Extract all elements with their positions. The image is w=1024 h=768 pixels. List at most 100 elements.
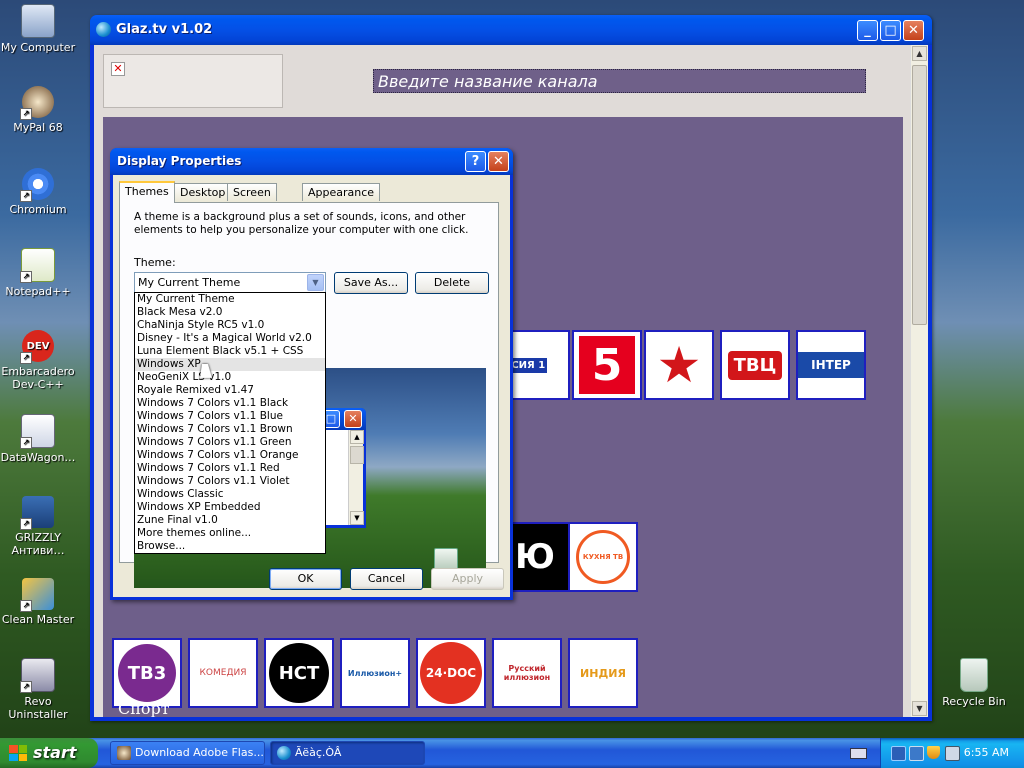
theme-option[interactable]: More themes online... xyxy=(135,527,325,540)
shortcut-arrow-icon: ↗ xyxy=(20,190,32,202)
channel-tile[interactable]: Русский иллюзион xyxy=(492,638,562,708)
desktop-icon-notepadpp[interactable]: ↗ Notepad++ xyxy=(0,248,78,298)
desktop-icon-label: GRIZZLY Антиви… xyxy=(11,531,65,557)
theme-option[interactable]: Windows 7 Colors v1.1 Brown xyxy=(135,423,325,436)
shortcut-arrow-icon: ↗ xyxy=(20,352,32,364)
speaker-icon[interactable] xyxy=(945,746,960,761)
scroll-down-button[interactable]: ▼ xyxy=(912,701,927,716)
channel-tile[interactable]: НСТ xyxy=(264,638,334,708)
apply-button[interactable]: Apply xyxy=(431,568,504,590)
ok-button[interactable]: OK xyxy=(269,568,342,590)
theme-option[interactable]: Windows 7 Colors v1.1 Blue xyxy=(135,410,325,423)
glaztv-titlebar[interactable]: Glaz.tv v1.02 _ □ ✕ xyxy=(90,15,932,45)
channel-logo: ТВ3 xyxy=(118,644,176,702)
desktop-icon-label: Clean Master xyxy=(1,613,75,626)
theme-option[interactable]: Zune Final v1.0 xyxy=(135,514,325,527)
theme-select-value: My Current Theme xyxy=(138,276,241,289)
desktop-icon-mypal[interactable]: ↗ MyPal 68 xyxy=(0,86,78,134)
desktop-icon-recycle-bin[interactable]: Recycle Bin xyxy=(934,658,1014,708)
help-button[interactable]: ? xyxy=(465,151,486,172)
channel-tile[interactable]: КОМЕДИЯ xyxy=(188,638,258,708)
monitor-icon[interactable] xyxy=(909,746,924,761)
channel-tile[interactable]: КУХНЯ ТВ xyxy=(568,522,638,592)
desktop-icon-label: Chromium xyxy=(9,203,67,216)
cancel-button[interactable]: Cancel xyxy=(350,568,423,590)
theme-option[interactable]: ChaNinja Style RC5 v1.0 xyxy=(135,319,325,332)
theme-option[interactable]: Luna Element Black v5.1 + CSS xyxy=(135,345,325,358)
dialog-titlebar[interactable]: Display Properties ? ✕ xyxy=(110,148,513,175)
channel-logo-text: НСТ xyxy=(278,662,320,684)
desktop-icon-devcpp[interactable]: DEV ↗ Embarcadero Dev-C++ xyxy=(0,330,78,391)
desktop-icon-chromium[interactable]: ↗ Chromium xyxy=(0,168,78,216)
theme-option[interactable]: Windows 7 Colors v1.1 Red xyxy=(135,462,325,475)
tab-screen-saver[interactable]: Screen Saver xyxy=(227,183,277,216)
close-button[interactable]: ✕ xyxy=(903,20,924,41)
network-icon[interactable] xyxy=(891,746,906,761)
tab-themes[interactable]: Themes xyxy=(119,181,175,203)
theme-option[interactable]: Windows 7 Colors v1.1 Orange xyxy=(135,449,325,462)
theme-option-highlighted[interactable]: Windows XP xyxy=(135,358,325,371)
channel-search-input[interactable] xyxy=(373,69,866,93)
theme-dropdown-list[interactable]: My Current Theme Black Mesa v2.0 ChaNinj… xyxy=(134,292,326,554)
minimize-button[interactable]: _ xyxy=(857,20,878,41)
recycle-bin-icon xyxy=(960,658,988,692)
tab-desktop[interactable]: Desktop xyxy=(174,183,232,201)
section-title: Спорт xyxy=(118,699,170,717)
delete-button[interactable]: Delete xyxy=(415,272,489,294)
desktop-icon-datawagon[interactable]: ↗ DataWagon… xyxy=(0,414,78,464)
theme-select[interactable]: My Current Theme ▼ xyxy=(134,272,326,293)
taskbar-item-glaztv[interactable]: Ãëàç.ÒÂ xyxy=(270,741,425,765)
theme-option[interactable]: NeoGeniX LS v1.0 xyxy=(135,371,325,384)
broom-icon: ↗ xyxy=(20,578,54,612)
channel-logo: 5 xyxy=(579,336,635,394)
clock[interactable]: 6:55 AM xyxy=(964,746,1009,759)
channel-tile[interactable]: 24·DOC xyxy=(416,638,486,708)
theme-option[interactable]: Windows 7 Colors v1.1 Black xyxy=(135,397,325,410)
dialog-close-button[interactable]: ✕ xyxy=(488,151,509,172)
shortcut-arrow-icon: ↗ xyxy=(20,518,32,530)
glaztv-app-icon xyxy=(96,22,111,37)
desktop-icon-my-computer[interactable]: My Computer xyxy=(0,4,78,54)
shortcut-arrow-icon: ↗ xyxy=(20,108,32,120)
theme-option[interactable]: Royale Remixed v1.47 xyxy=(135,384,325,397)
vertical-scrollbar[interactable]: ▲ ▼ xyxy=(910,45,928,717)
desktop-icon-grizzly[interactable]: ↗ GRIZZLY Антиви… xyxy=(0,496,78,557)
channel-logo-text: 24·DOC xyxy=(425,666,477,680)
channel-logo-text: ТВЦ xyxy=(727,350,783,380)
theme-option[interactable]: Windows Classic xyxy=(135,488,325,501)
channel-logo: КУХНЯ ТВ xyxy=(576,530,630,584)
theme-option[interactable]: Browse... xyxy=(135,540,325,553)
channel-tile[interactable]: 5 xyxy=(572,330,642,400)
theme-option[interactable]: My Current Theme xyxy=(135,293,325,306)
taskbar-item-download-flash[interactable]: Download Adobe Flas... xyxy=(110,741,265,765)
start-button[interactable]: start xyxy=(0,738,98,768)
theme-option[interactable]: Disney - It's a Magical World v2.0 xyxy=(135,332,325,345)
channel-logo-text: Русский иллюзион xyxy=(503,664,551,682)
channel-tile[interactable]: ІНТЕР xyxy=(796,330,866,400)
channel-tile[interactable]: Иллюзион+ xyxy=(340,638,410,708)
shortcut-arrow-icon: ↗ xyxy=(20,681,32,693)
my-computer-icon xyxy=(21,4,55,38)
desktop-icon-label: Recycle Bin xyxy=(942,695,1006,708)
channel-tile[interactable]: ★ xyxy=(644,330,714,400)
theme-option[interactable]: Windows 7 Colors v1.1 Green xyxy=(135,436,325,449)
save-as-button[interactable]: Save As... xyxy=(334,272,408,294)
keyboard-icon[interactable] xyxy=(850,748,867,759)
channel-tile[interactable]: ТВЦ xyxy=(720,330,790,400)
theme-option[interactable]: Windows XP Embedded xyxy=(135,501,325,514)
scroll-up-button[interactable]: ▲ xyxy=(912,46,927,61)
desktop-icon-clean-master[interactable]: ↗ Clean Master xyxy=(0,578,78,626)
theme-option[interactable]: Black Mesa v2.0 xyxy=(135,306,325,319)
security-shield-icon[interactable] xyxy=(927,746,940,759)
channel-tile[interactable]: ТВ3 xyxy=(112,638,182,708)
notepadpp-icon: ↗ xyxy=(20,248,55,283)
desktop-icon-revo[interactable]: ↗ Revo Uninstaller xyxy=(0,658,78,721)
themes-description: A theme is a background plus a set of so… xyxy=(134,211,469,236)
tab-appearance[interactable]: Appearance xyxy=(302,183,381,201)
channel-tile[interactable]: ИНДИЯ xyxy=(568,638,638,708)
theme-option[interactable]: Windows 7 Colors v1.1 Violet xyxy=(135,475,325,488)
preview-scroll-thumb xyxy=(350,446,364,464)
maximize-button[interactable]: □ xyxy=(880,20,901,41)
chevron-down-icon[interactable]: ▼ xyxy=(307,274,324,291)
scroll-thumb[interactable] xyxy=(912,65,927,325)
